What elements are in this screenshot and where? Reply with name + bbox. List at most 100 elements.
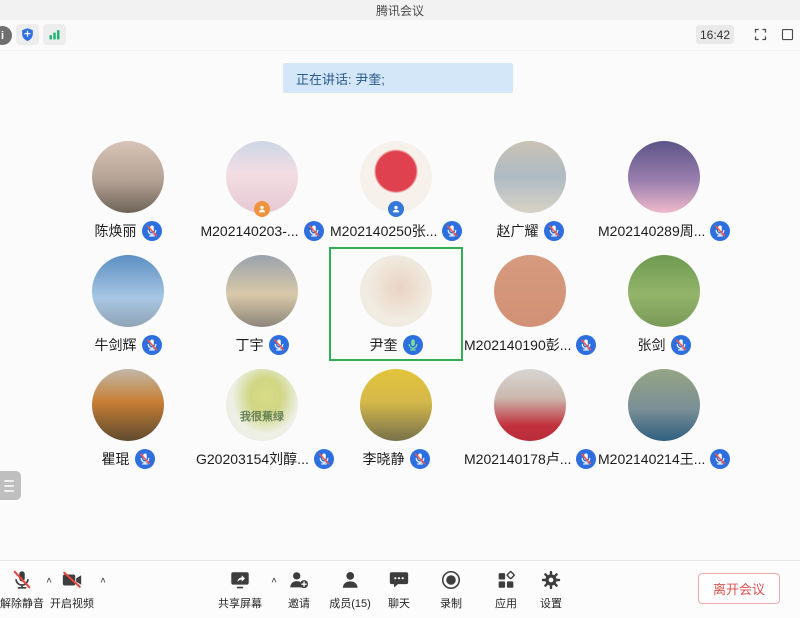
mic-status-icon [142,335,162,355]
participant-grid: 陈焕丽 M202140203-... M202140250张... [61,133,731,475]
participant-name: 牛剑辉 [95,335,137,355]
mic-status-icon [135,449,155,469]
window-title: 腾讯会议 [376,2,424,19]
unmute-button[interactable]: 解除静音 [0,568,44,611]
mic-status-icon [710,449,730,469]
unmute-label: 解除静音 [0,595,44,611]
participant-name: M202140203-... [200,223,298,239]
participant-tile[interactable]: 陈焕丽 [61,133,195,247]
mic-status-icon [410,449,430,469]
host-badge-icon [254,201,270,217]
avatar [494,141,566,213]
signal-bars-icon [47,27,62,42]
participant-name: 李晓静 [363,449,405,469]
invite-button[interactable]: 邀请 [287,568,311,611]
apps-button[interactable]: 应用 [494,568,518,611]
mic-active-icon [403,335,423,355]
participant-name: M202140250张... [330,221,437,241]
avatar-caption: 我很蕉绿 [240,408,284,424]
avatar [360,369,432,441]
chat-bubble-icon [387,568,411,592]
fullscreen-icon [753,27,768,42]
participant-tile[interactable]: M202140214王... [597,361,731,475]
participant-tile[interactable]: M202140190彭... [463,247,597,361]
participant-name: 尹奎 [370,335,398,355]
record-button[interactable]: 录制 [439,568,463,611]
participant-tile-active-speaker[interactable]: 尹奎 [329,247,463,361]
participant-tile[interactable]: M202140178卢... [463,361,597,475]
mic-status-icon [269,335,289,355]
participant-tile[interactable]: 牛剑辉 [61,247,195,361]
record-circle-icon [439,568,463,592]
avatar [628,141,700,213]
participant-name: M202140190彭... [464,335,571,355]
members-button[interactable]: 成员(15) [329,568,371,611]
participant-name: G20203154刘醇... [196,449,309,469]
mic-status-icon [442,221,462,241]
settings-label: 设置 [540,595,562,611]
participant-tile[interactable]: M202140289周... [597,133,731,247]
chat-label: 聊天 [388,595,410,611]
members-person-icon [338,568,362,592]
time-display: 16:42 [696,25,734,44]
avatar [92,141,164,213]
maximize-button[interactable] [779,26,796,43]
participant-tile[interactable]: M202140203-... [195,133,329,247]
maximize-icon [780,27,795,42]
gear-icon [539,568,563,592]
video-options-chevron[interactable]: ∧ [99,576,106,585]
info-icon[interactable]: i [0,26,12,45]
bottom-toolbar: 解除静音 ∧ 开启视频 ∧ 共享屏幕 ∧ 邀请 成员(15) 聊天 录制 [0,560,800,618]
avatar [628,369,700,441]
participant-name: M202140178卢... [464,449,571,469]
avatar [226,141,298,213]
sidebar-handle[interactable] [0,471,21,500]
invite-label: 邀请 [288,595,310,611]
camera-off-icon [60,568,84,592]
settings-button[interactable]: 设置 [539,568,563,611]
apps-grid-icon [494,568,518,592]
shield-icon [20,27,35,42]
share-screen-icon [228,568,252,592]
participant-tile[interactable]: 瞿琨 [61,361,195,475]
meeting-window: 腾讯会议 i 16:42 正在讲话: 尹奎; 陈焕丽 [0,0,800,618]
mic-muted-icon [10,568,34,592]
participant-tile[interactable]: 李晓静 [329,361,463,475]
members-label: 成员(15) [329,595,371,611]
mic-status-icon [710,221,730,241]
share-options-chevron[interactable]: ∧ [270,576,277,585]
avatar [494,255,566,327]
start-video-button[interactable]: 开启视频 [50,568,94,611]
avatar [92,369,164,441]
apps-label: 应用 [495,595,517,611]
mic-status-icon [304,221,324,241]
share-screen-button[interactable]: 共享屏幕 [218,568,262,611]
avatar [628,255,700,327]
avatar [360,141,432,213]
start-video-label: 开启视频 [50,595,94,611]
participant-tile[interactable]: 我很蕉绿 G20203154刘醇... [195,361,329,475]
participant-name: M202140214王... [598,449,705,469]
share-screen-label: 共享屏幕 [218,595,262,611]
mic-status-icon [544,221,564,241]
leave-meeting-button[interactable]: 离开会议 [698,573,780,604]
record-label: 录制 [440,595,462,611]
participant-tile[interactable]: M202140250张... [329,133,463,247]
participant-tile[interactable]: 丁宇 [195,247,329,361]
cohost-badge-icon [388,201,404,217]
avatar [92,255,164,327]
avatar [494,369,566,441]
network-signal-button[interactable] [43,24,66,45]
chat-button[interactable]: 聊天 [387,568,411,611]
security-shield-button[interactable] [16,24,39,45]
speaking-banner-text: 正在讲话: 尹奎; [296,69,385,88]
participant-tile[interactable]: 赵广耀 [463,133,597,247]
participant-name: 张剑 [638,335,666,355]
fullscreen-button[interactable] [752,26,769,43]
speaking-banner: 正在讲话: 尹奎; [283,63,513,93]
participant-name: 赵广耀 [497,221,539,241]
participant-tile[interactable]: 张剑 [597,247,731,361]
participant-name: M202140289周... [598,221,705,241]
invite-person-icon [287,568,311,592]
mic-status-icon [576,335,596,355]
